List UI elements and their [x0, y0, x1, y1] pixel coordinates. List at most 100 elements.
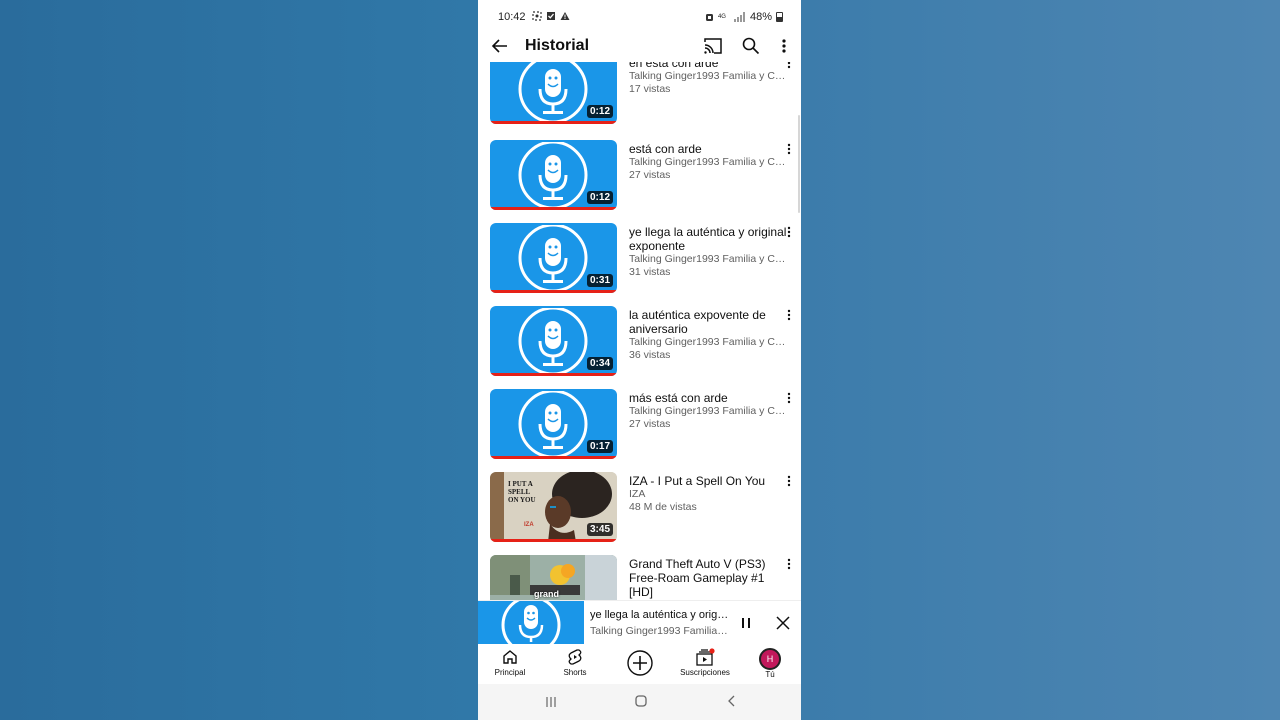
bottom-navigation: Principal Shorts Suscripciones H Tú	[478, 644, 801, 684]
recent-apps-icon[interactable]	[544, 695, 558, 709]
video-info: ye llega la auténtica y original exponen…	[629, 225, 789, 278]
battery-icon	[776, 12, 783, 22]
add-circle-icon	[627, 650, 653, 676]
video-info: Grand Theft Auto V (PS3) Free-Roam Gamep…	[629, 557, 789, 599]
video-more-icon[interactable]	[785, 308, 793, 322]
video-item[interactable]: 0:34 la auténtica expovente de aniversar…	[478, 306, 801, 380]
home-icon	[503, 650, 517, 664]
album-art-brand: IZA	[524, 522, 534, 528]
more-vertical-icon[interactable]	[778, 36, 790, 56]
subscriptions-icon	[696, 648, 715, 666]
video-duration: 3:45	[586, 523, 613, 536]
status-right: 4G 48%	[705, 11, 783, 23]
video-thumbnail[interactable]: I PUT A SPELL ON YOU IZA 3:45	[490, 472, 617, 542]
signal-icon	[733, 12, 745, 22]
background-left	[0, 0, 478, 720]
video-duration: 0:12	[586, 105, 613, 118]
video-more-icon[interactable]	[785, 225, 793, 239]
video-info: está con arde Talking Ginger1993 Familia…	[629, 142, 789, 181]
search-icon[interactable]	[741, 36, 761, 56]
video-views: 27 vistas	[629, 417, 671, 430]
video-title[interactable]: está con arde	[629, 142, 789, 156]
nav-home-label: Principal	[494, 668, 526, 677]
video-item[interactable]: I PUT A SPELL ON YOU IZA 3:45 IZA - I Pu…	[478, 472, 801, 546]
watch-progress-bar	[490, 290, 617, 293]
alarm-icon	[705, 14, 713, 21]
nav-you-label: Tú	[765, 670, 775, 679]
home-button-icon[interactable]	[634, 694, 648, 708]
video-views: 31 vistas	[629, 265, 671, 278]
video-title[interactable]: Grand Theft Auto V (PS3) Free-Roam Gamep…	[629, 557, 789, 599]
video-duration: 0:12	[586, 191, 613, 204]
video-title[interactable]: en está con arde	[629, 62, 789, 70]
video-item[interactable]: 0:17 más está con arde Talking Ginger199…	[478, 389, 801, 463]
page-title: Historial	[525, 37, 590, 54]
video-channel: Talking Ginger1993 Familia y Cosas	[629, 336, 789, 348]
video-info: más está con arde Talking Ginger1993 Fam…	[629, 391, 789, 430]
video-channel: Talking Ginger1993 Familia y Cosas	[629, 156, 789, 168]
status-notification-icons	[532, 11, 570, 21]
video-thumbnail[interactable]: 0:12	[490, 140, 617, 210]
video-title[interactable]: más está con arde	[629, 391, 789, 405]
video-channel: Talking Ginger1993 Familia y Cosas	[629, 253, 789, 265]
back-arrow-icon[interactable]	[490, 36, 510, 56]
video-info: en está con arde Talking Ginger1993 Fami…	[629, 62, 789, 95]
shorts-icon	[568, 649, 582, 665]
video-thumbnail[interactable]: 0:12	[490, 62, 617, 124]
video-item[interactable]: grand Grand Theft Auto V (PS3) Free-Roam…	[478, 555, 801, 600]
video-thumbnail[interactable]: 0:34	[490, 306, 617, 376]
microphone-icon	[501, 601, 561, 645]
pause-icon[interactable]	[739, 615, 753, 631]
background-right	[801, 0, 1280, 720]
nav-home[interactable]: Principal	[478, 648, 542, 677]
nav-you[interactable]: H Tú	[738, 648, 801, 679]
video-duration: 0:34	[586, 357, 613, 370]
video-item[interactable]: 0:31 ye llega la auténtica y original ex…	[478, 223, 801, 297]
video-title[interactable]: ye llega la auténtica y original exponen…	[629, 225, 789, 253]
mini-player-channel: Talking Ginger1993 Familia y Cosas	[590, 625, 730, 637]
cast-icon[interactable]	[703, 37, 723, 55]
nav-create[interactable]	[608, 650, 672, 676]
video-more-icon[interactable]	[785, 62, 793, 70]
game-logo-text: grand	[534, 589, 560, 599]
watch-progress-bar	[490, 539, 617, 542]
microphone-icon	[518, 62, 588, 122]
nav-subscriptions[interactable]: Suscripciones	[673, 648, 737, 677]
video-thumbnail[interactable]: 0:17	[490, 389, 617, 459]
scrollbar[interactable]	[798, 115, 800, 213]
video-channel: Talking Ginger1993 Familia y Cosas	[629, 405, 789, 417]
video-more-icon[interactable]	[785, 142, 793, 156]
video-duration: 0:17	[586, 440, 613, 453]
close-icon[interactable]	[775, 615, 791, 631]
microphone-icon	[518, 308, 588, 374]
video-views: 48 M de vistas	[629, 500, 697, 513]
battery-percent: 48%	[749, 11, 772, 23]
video-item[interactable]: 0:12 está con arde Talking Ginger1993 Fa…	[478, 140, 801, 214]
mini-player-thumbnail[interactable]	[478, 601, 584, 645]
video-more-icon[interactable]	[785, 557, 793, 571]
mini-player-title[interactable]: ye llega la auténtica y original exponen…	[590, 609, 730, 621]
watch-progress-bar	[490, 121, 617, 124]
album-art-text: I PUT A SPELL ON YOU	[508, 480, 536, 504]
video-more-icon[interactable]	[785, 474, 793, 488]
video-thumbnail[interactable]: grand	[490, 555, 617, 600]
video-title[interactable]: IZA - I Put a Spell On You	[629, 474, 789, 488]
checkbox-icon	[547, 12, 555, 20]
microphone-icon	[518, 391, 588, 457]
screenshot-icon	[532, 11, 542, 21]
network-type: 4G	[717, 14, 726, 20]
back-button-icon[interactable]	[726, 694, 738, 708]
video-more-icon[interactable]	[785, 391, 793, 405]
video-thumbnail[interactable]: 0:31	[490, 223, 617, 293]
video-channel: Talking Ginger1993 Familia y Cosas	[629, 70, 789, 82]
nav-shorts-label: Shorts	[563, 668, 587, 677]
video-views: 36 vistas	[629, 348, 671, 361]
video-views: 17 vistas	[629, 82, 671, 95]
video-duration: 0:31	[586, 274, 613, 287]
nav-shorts[interactable]: Shorts	[543, 648, 607, 677]
video-title[interactable]: la auténtica expovente de aniversario	[629, 308, 789, 336]
microphone-icon	[518, 225, 588, 291]
mini-player[interactable]: ye llega la auténtica y original exponen…	[478, 600, 801, 645]
watch-progress-bar	[490, 207, 617, 210]
video-item[interactable]: 0:12 en está con arde Talking Ginger1993…	[478, 62, 801, 128]
